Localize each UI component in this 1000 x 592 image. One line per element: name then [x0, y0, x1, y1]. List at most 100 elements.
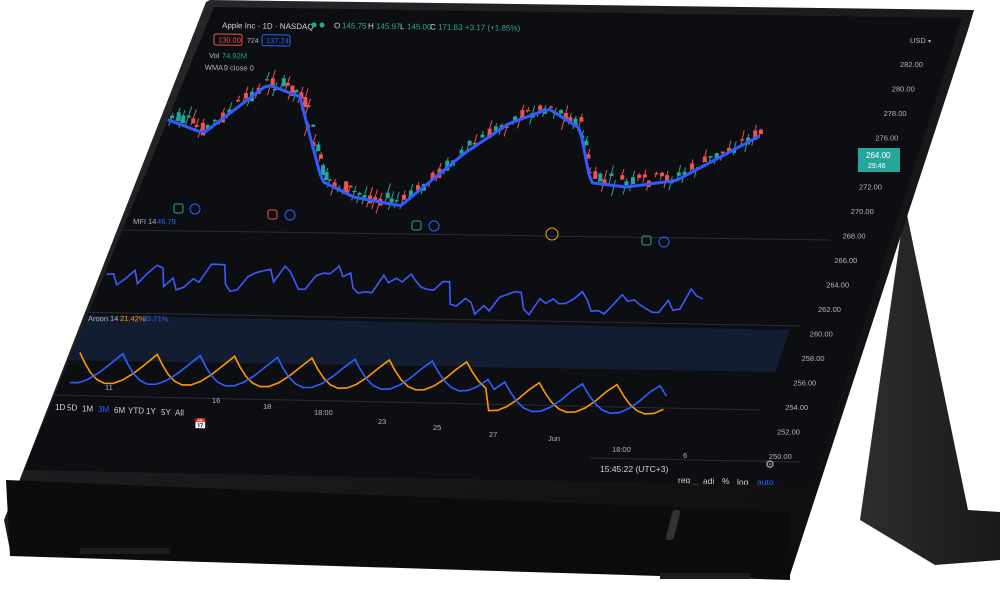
svg-text:O: O [334, 21, 340, 30]
price-axis-label: 256.00 [793, 379, 816, 388]
reg-toggle[interactable]: reg [678, 475, 691, 485]
range-all[interactable]: All [175, 409, 184, 418]
candle-body [306, 105, 311, 108]
spread-value: 724 [247, 38, 259, 45]
candle-body [194, 124, 199, 127]
dividend-icon[interactable] [189, 203, 201, 215]
price-axis-label: 262.00 [818, 305, 841, 314]
range-5d[interactable]: 5D [67, 404, 77, 413]
clock-readout[interactable]: 15:45:22 (UTC+3) [600, 464, 668, 474]
candle-body [348, 185, 353, 188]
trading-ui: Apple Inc · 1D · NASDAQ O 145.75 H 145.9… [49, 21, 931, 487]
event-markers[interactable] [173, 203, 670, 248]
time-axis-label: 25 [433, 423, 441, 432]
candle-body [159, 113, 164, 115]
price-axis-label: 258.00 [802, 354, 825, 363]
candle-wick [611, 180, 616, 196]
svg-text:L: L [400, 22, 405, 31]
split-icon[interactable] [545, 227, 559, 241]
candle-body [758, 129, 763, 135]
price-tag: 264.00 29:46 [858, 148, 900, 172]
price-axis-label: 272.00 [859, 183, 882, 192]
symbol-title[interactable]: Apple Inc · 1D · NASDAQ [222, 21, 314, 31]
calendar-icon[interactable]: 📅 [194, 417, 207, 430]
range-ytd[interactable]: YTD [128, 407, 144, 416]
range-3m[interactable]: 3M [98, 405, 109, 414]
candle-body [236, 99, 241, 102]
range-5y[interactable]: 5Y [161, 408, 171, 417]
time-axis[interactable]: 11 16 18 18:00 23 25 27 Jun 18:00 6 [105, 383, 687, 460]
dividend-icon[interactable] [658, 236, 670, 248]
time-axis-label: 11 [105, 383, 113, 392]
svg-text:145.97: 145.97 [376, 22, 401, 31]
price-axis-label: 260.00 [810, 330, 833, 339]
candle-body [559, 110, 564, 114]
volume-value: 74.92M [222, 51, 247, 60]
candle-body [311, 124, 316, 127]
svg-text:C: C [430, 23, 436, 32]
dividend-icon[interactable] [428, 220, 440, 232]
earnings-icon[interactable] [173, 203, 184, 214]
svg-text:+3.17 (+1.85%): +3.17 (+1.85%) [465, 23, 521, 33]
log-toggle[interactable]: log [737, 477, 749, 487]
earnings-icon[interactable] [267, 209, 278, 220]
gear-icon[interactable]: ⚙ [765, 459, 775, 471]
candle-body [659, 172, 664, 177]
candle-body [324, 171, 329, 181]
candle-body [624, 181, 629, 186]
candle-body [385, 192, 390, 199]
time-axis-label: 18 [263, 402, 271, 411]
range-1d[interactable]: 1D [55, 403, 65, 412]
candle-body [598, 173, 603, 182]
candle-body [620, 175, 625, 180]
adj-toggle[interactable]: adj [703, 476, 714, 486]
earnings-icon[interactable] [411, 220, 422, 231]
range-selector[interactable]: 1D 5D 1M 3M 6M YTD 1Y 5Y All [55, 403, 184, 418]
price-axis-label: 266.00 [834, 256, 857, 265]
ohlc-readout: O 145.75 H 145.97 L 145.00 C 171.83 +3.1… [311, 21, 521, 33]
candle-body [593, 171, 598, 179]
price-axis[interactable]: 282.00280.00278.00276.00274.00272.00270.… [769, 60, 923, 461]
time-axis-label: 16 [212, 396, 220, 405]
candle-body [357, 192, 362, 195]
wma-label: WMA [205, 63, 223, 72]
time-axis-label: 18:00 [612, 445, 631, 454]
mfi-params: 14 [148, 217, 156, 226]
price-axis-label: 276.00 [875, 134, 898, 143]
candle-body [321, 165, 326, 176]
candle-body [165, 114, 170, 116]
candle-wick [668, 176, 673, 191]
aroon-label: Aroon [88, 314, 108, 323]
candle-body [630, 177, 635, 185]
candle-body [584, 140, 589, 146]
candle-body [294, 90, 299, 93]
candle-body [642, 174, 647, 178]
candle-body [264, 79, 269, 81]
percent-toggle[interactable]: % [722, 476, 730, 486]
range-6m[interactable]: 6M [114, 406, 125, 415]
candle-body [281, 78, 286, 87]
range-1y[interactable]: 1Y [146, 407, 156, 416]
candle-body [352, 190, 357, 193]
candle-body [690, 163, 695, 170]
candle-body [243, 93, 248, 99]
svg-text:137.24: 137.24 [266, 36, 289, 45]
volume-label: Vol [209, 51, 220, 60]
auto-toggle[interactable]: auto [757, 477, 774, 487]
candle-body [740, 139, 745, 141]
candle-body [285, 82, 290, 86]
candle-body [181, 115, 186, 124]
currency-selector[interactable]: USD [910, 36, 926, 45]
dividend-icon[interactable] [284, 209, 296, 221]
time-axis-label: 27 [489, 430, 497, 439]
candle-body [394, 200, 399, 202]
aroon-up-value: 21.42% [120, 314, 146, 323]
candle-wick [163, 113, 168, 124]
chevron-down-icon[interactable]: ▾ [928, 39, 931, 45]
candlestick-series [159, 69, 763, 214]
range-1m[interactable]: 1M [82, 404, 93, 413]
candle-body [548, 106, 553, 108]
candle-body [702, 156, 707, 162]
candle-body [538, 105, 543, 111]
time-axis-label: 18:00 [314, 408, 333, 417]
